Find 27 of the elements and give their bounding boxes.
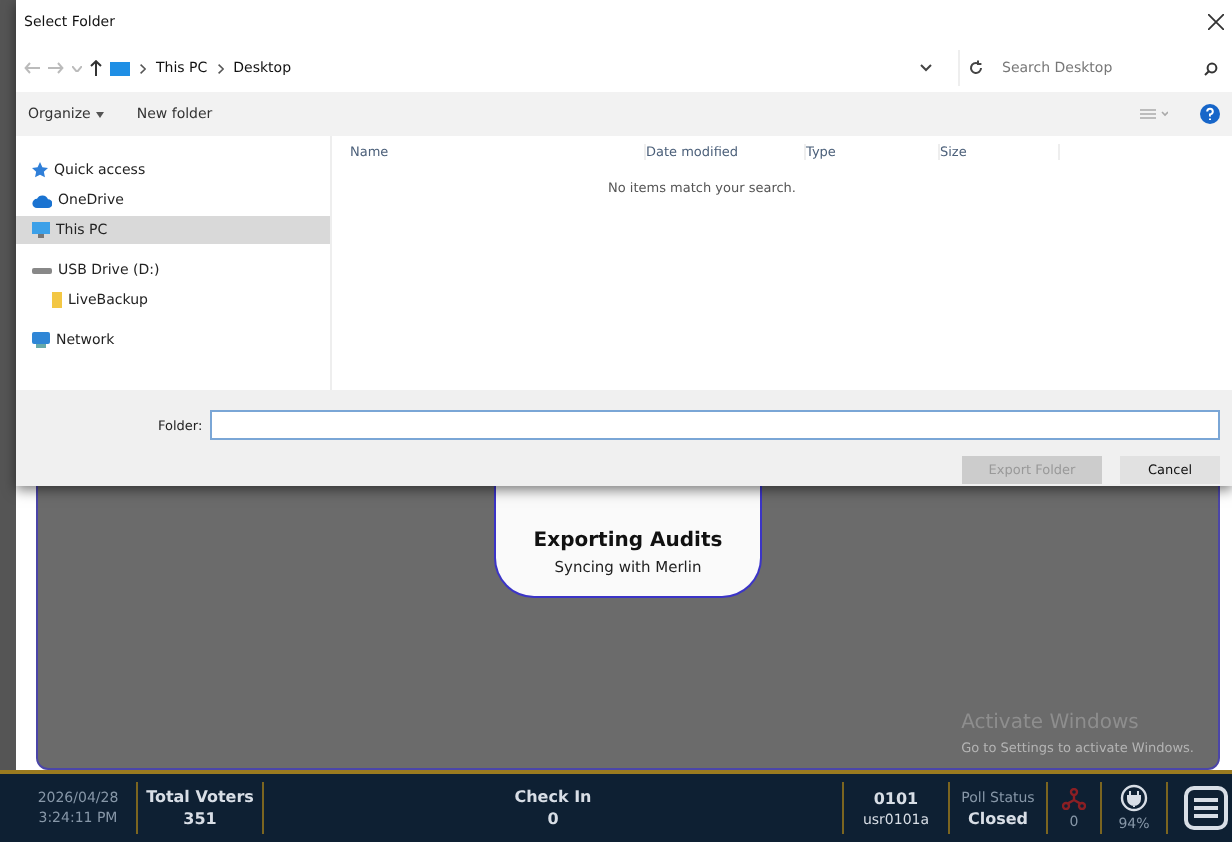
search-icon [1204, 61, 1218, 75]
close-button[interactable] [1208, 14, 1224, 30]
help-button[interactable] [1200, 104, 1220, 124]
progress-title: Exporting Audits [533, 530, 723, 552]
total-voters-value: 351 [183, 810, 217, 828]
precinct-code: 0101 [873, 789, 919, 807]
cloud-icon [32, 193, 52, 207]
refresh-button[interactable] [968, 60, 984, 76]
check-in-value: 0 [547, 810, 559, 828]
drive-icon [32, 265, 52, 275]
poll-status-value: Closed [967, 809, 1029, 827]
star-icon [32, 162, 48, 178]
menu-button[interactable] [1184, 786, 1228, 830]
plug-icon [1120, 784, 1148, 812]
folder-icon [52, 292, 62, 308]
dropdown-icon [920, 64, 932, 72]
chevron-icon [140, 63, 146, 73]
up-button[interactable] [90, 60, 102, 76]
total-voters-label: Total Voters [146, 788, 254, 806]
computer-icon [110, 61, 130, 75]
network-icon [32, 332, 50, 348]
chevron-icon [217, 63, 224, 73]
folder-input[interactable] [210, 410, 1220, 440]
check-in-label: Check In [514, 788, 592, 806]
computer-icon [32, 222, 50, 238]
network-icon [1062, 787, 1086, 809]
caret-icon [96, 111, 105, 118]
